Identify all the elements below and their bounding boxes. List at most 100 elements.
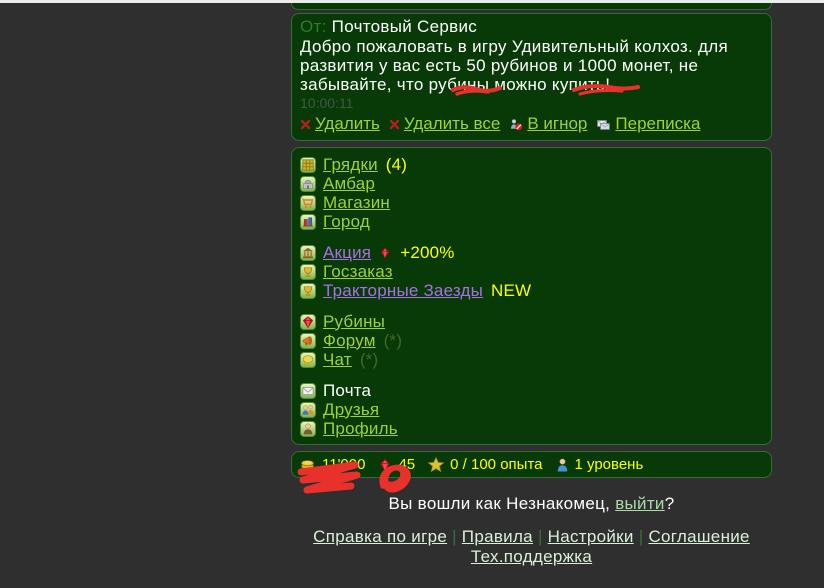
ignore-action[interactable]: В игнор — [509, 113, 587, 135]
star-icon — [427, 456, 445, 473]
login-suffix: ? — [665, 494, 675, 513]
delete-x-icon — [300, 119, 311, 130]
city-icon — [300, 214, 316, 230]
login-status-line: Вы вошли как Незнакомец, выйти? — [291, 494, 772, 514]
coins-value: 11'000 — [322, 456, 365, 473]
delete-all-action[interactable]: Удалить все — [389, 113, 500, 135]
help-link[interactable]: Справка по игре — [313, 527, 447, 546]
menu-group-farm: Грядки (4) Амбар — [300, 155, 763, 231]
rules-link[interactable]: Правила — [462, 527, 533, 546]
menu-group-social: Рубины Форум (*) Чат (*) — [300, 312, 763, 369]
trophy-icon — [300, 283, 316, 299]
rubies-stat: 45 — [377, 456, 415, 473]
separator: | — [452, 527, 457, 546]
promo-building-icon — [300, 245, 316, 261]
ambar-link[interactable]: Амбар — [323, 174, 375, 194]
traktornye-zaezdy-link[interactable]: Тракторные Заезды — [323, 281, 483, 301]
ruby-gem-icon — [378, 246, 392, 260]
resources-status-bar: 11'000 45 0 / 100 опыта 1 уровень — [291, 451, 772, 478]
footer-row-2: Тех.поддержка — [291, 547, 772, 567]
level-person-icon — [555, 457, 570, 473]
support-link[interactable]: Тех.поддержка — [471, 547, 592, 566]
menu-item-ambar[interactable]: Амбар — [300, 174, 763, 193]
menu-item-chat[interactable]: Чат (*) — [300, 350, 763, 369]
akciya-bonus: +200% — [400, 243, 454, 263]
level-stat: 1 уровень — [555, 456, 644, 473]
coins-icon — [298, 457, 317, 473]
menu-item-traktornye-zaezdy[interactable]: Тракторные Заезды NEW — [300, 281, 763, 300]
correspondence-action[interactable]: Переписка — [596, 113, 700, 135]
profile-icon — [300, 421, 316, 437]
chat-bubble-icon — [300, 352, 316, 368]
delete-link[interactable]: Удалить — [315, 113, 380, 135]
ruby-gem-icon — [377, 457, 393, 473]
message-body: Добро пожаловать в игру Удивительный кол… — [300, 37, 763, 94]
barn-icon — [300, 176, 316, 192]
coins-stat: 11'000 — [298, 456, 365, 473]
footer-row-1: Справка по игре|Правила|Настройки|Соглаш… — [291, 527, 772, 547]
message-line: Добро пожаловать в игру Удивительный кол… — [300, 37, 763, 56]
correspondence-icon — [596, 118, 611, 131]
experience-value: 0 / 100 опыта — [450, 456, 542, 473]
menu-item-rubiny[interactable]: Рубины — [300, 312, 763, 331]
gorod-link[interactable]: Город — [323, 212, 370, 232]
menu-item-gorod[interactable]: Город — [300, 212, 763, 231]
ignore-link[interactable]: В игнор — [527, 113, 587, 135]
druzya-link[interactable]: Друзья — [323, 400, 379, 420]
rubiny-link[interactable]: Рубины — [323, 312, 385, 332]
message-timestamp: 10:00:11 — [300, 95, 763, 111]
field-beds-icon — [300, 157, 316, 173]
shop-cart-icon — [300, 195, 316, 211]
level-value: 1 уровень — [575, 456, 644, 473]
rubies-value: 45 — [398, 456, 415, 473]
message-sender: Почтовый Сервис — [332, 17, 477, 36]
menu-item-magazin[interactable]: Магазин — [300, 193, 763, 212]
separator: | — [538, 527, 543, 546]
profil-link[interactable]: Профиль — [323, 419, 398, 439]
menu-group-events: Акция +200% Госзаказ — [300, 243, 763, 300]
new-badge: NEW — [491, 281, 531, 301]
content-column: От: Почтовый Сервис Добро пожаловать в и… — [291, 0, 772, 567]
logout-link[interactable]: выйти — [615, 494, 665, 513]
message-from-label: От: — [300, 17, 327, 36]
login-prefix: Вы вошли как Незнакомец, — [389, 494, 611, 513]
trophy-icon — [300, 264, 316, 280]
separator: | — [639, 527, 644, 546]
chat-link[interactable]: Чат — [323, 350, 352, 370]
menu-group-personal: Почта Друзья Профиль — [300, 381, 763, 438]
cutoff-panel-top — [291, 3, 772, 10]
mail-message-panel: От: Почтовый Сервис Добро пожаловать в и… — [291, 13, 772, 141]
delete-all-link[interactable]: Удалить все — [404, 113, 500, 135]
delete-action[interactable]: Удалить — [300, 113, 380, 135]
gryadki-link[interactable]: Грядки — [323, 155, 378, 175]
menu-item-gryadki[interactable]: Грядки (4) — [300, 155, 763, 174]
ruby-icon — [300, 314, 316, 330]
friends-icon — [300, 402, 316, 418]
experience-stat: 0 / 100 опыта — [427, 456, 542, 473]
ignore-user-icon — [509, 117, 523, 131]
chat-asterisk: (*) — [360, 350, 379, 370]
menu-item-druzya[interactable]: Друзья — [300, 400, 763, 419]
settings-link[interactable]: Настройки — [548, 527, 634, 546]
forum-asterisk: (*) — [384, 331, 403, 351]
footer-links: Справка по игре|Правила|Настройки|Соглаш… — [291, 527, 772, 567]
pochta-current-page: Почта — [323, 381, 371, 401]
agreement-link[interactable]: Соглашение — [648, 527, 749, 546]
gryadki-count: (4) — [386, 155, 407, 175]
message-line: забывайте, что рубины можно купить! — [300, 75, 763, 94]
menu-item-forum[interactable]: Форум (*) — [300, 331, 763, 350]
delete-x-icon — [389, 119, 400, 130]
goszakaz-link[interactable]: Госзаказ — [323, 262, 393, 282]
menu-item-pochta[interactable]: Почта — [300, 381, 763, 400]
akciya-link[interactable]: Акция — [323, 243, 371, 263]
menu-item-profil[interactable]: Профиль — [300, 419, 763, 438]
main-menu-panel: Грядки (4) Амбар — [291, 147, 772, 445]
menu-item-goszakaz[interactable]: Госзаказ — [300, 262, 763, 281]
message-actions: Удалить Удалить все В игнор — [300, 113, 763, 135]
message-header: От: Почтовый Сервис — [300, 17, 763, 37]
correspondence-link[interactable]: Переписка — [615, 113, 700, 135]
magazin-link[interactable]: Магазин — [323, 193, 390, 213]
menu-item-akciya[interactable]: Акция +200% — [300, 243, 763, 262]
envelope-icon — [300, 383, 316, 399]
forum-link[interactable]: Форум — [323, 331, 376, 351]
